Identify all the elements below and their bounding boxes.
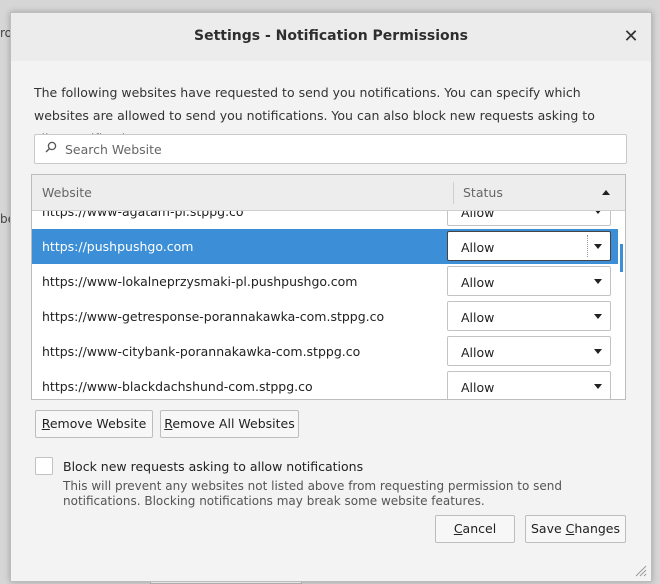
table-rows: https://www-agatam-pl.stppg.co Allow https… bbox=[32, 211, 618, 399]
status-value: Allow bbox=[461, 380, 495, 395]
status-value: Allow bbox=[461, 211, 495, 220]
vertical-scrollbar[interactable] bbox=[618, 211, 625, 399]
block-requests-hint: This will prevent any websites not liste… bbox=[63, 479, 562, 508]
table-row[interactable]: https://www-agatam-pl.stppg.co Allow bbox=[32, 211, 618, 229]
save-changes-button[interactable]: Save Changes bbox=[525, 515, 626, 543]
status-select[interactable]: Allow bbox=[447, 371, 611, 399]
status-value: Allow bbox=[461, 345, 495, 360]
chevron-down-icon bbox=[594, 384, 602, 389]
table-row[interactable]: https://www-citybank-porannakawka-com.st… bbox=[32, 334, 618, 369]
table-header: Website Status bbox=[32, 175, 625, 211]
dialog-titlebar: Settings - Notification Permissions ✕ bbox=[11, 13, 651, 61]
column-header-website[interactable]: Website bbox=[42, 185, 92, 200]
website-url: https://www-getresponse-porannakawka-com… bbox=[42, 309, 385, 324]
websites-table: Website Status https://www-agatam-pl.stp… bbox=[31, 174, 626, 400]
status-value: Allow bbox=[461, 240, 495, 255]
status-select[interactable]: Allow bbox=[447, 336, 611, 366]
search-box[interactable] bbox=[34, 134, 627, 164]
status-value: Allow bbox=[461, 275, 495, 290]
sort-ascending-icon[interactable] bbox=[602, 190, 610, 195]
website-url: https://www-blackdachshund-com.stppg.co bbox=[42, 379, 313, 394]
cancel-button[interactable]: Cancel bbox=[435, 515, 515, 543]
website-url: https://www-lokalneprzysmaki-pl.pushpush… bbox=[42, 274, 358, 289]
table-row[interactable]: https://www-getresponse-porannakawka-com… bbox=[32, 299, 618, 334]
dialog-title: Settings - Notification Permissions bbox=[194, 28, 468, 44]
website-url: https://pushpushgo.com bbox=[42, 239, 194, 254]
status-value: Allow bbox=[461, 310, 495, 325]
chevron-down-icon bbox=[594, 244, 602, 249]
status-select[interactable]: Allow bbox=[447, 266, 611, 296]
table-row[interactable]: https://www-blackdachshund-com.stppg.co A… bbox=[32, 369, 618, 399]
status-select[interactable]: Allow bbox=[447, 211, 611, 226]
table-row[interactable]: https://pushpushgo.com Allow bbox=[32, 229, 618, 264]
close-icon[interactable]: ✕ bbox=[619, 25, 643, 49]
search-icon bbox=[45, 141, 57, 153]
column-divider bbox=[453, 182, 454, 204]
dialog-content: The following websites have requested to… bbox=[11, 61, 651, 581]
remove-all-websites-button[interactable]: Remove All Websites bbox=[160, 410, 299, 438]
search-input[interactable] bbox=[63, 138, 607, 160]
block-requests-checkbox[interactable] bbox=[35, 457, 53, 475]
table-row[interactable]: https://www-lokalneprzysmaki-pl.pushpush… bbox=[32, 264, 618, 299]
resize-grip-icon[interactable] bbox=[633, 563, 647, 577]
chevron-down-icon bbox=[594, 279, 602, 284]
chevron-down-icon bbox=[594, 349, 602, 354]
dropdown-separator bbox=[587, 235, 589, 257]
chevron-down-icon bbox=[594, 314, 602, 319]
website-url: https://www-agatam-pl.stppg.co bbox=[42, 211, 244, 219]
remove-website-button[interactable]: Remove Website bbox=[35, 410, 153, 438]
website-url: https://www-citybank-porannakawka-com.st… bbox=[42, 344, 361, 359]
block-requests-label[interactable]: Block new requests asking to allow notif… bbox=[63, 459, 363, 474]
table-body: https://www-agatam-pl.stppg.co Allow https… bbox=[32, 211, 625, 399]
column-header-status[interactable]: Status bbox=[463, 185, 503, 200]
notification-permissions-dialog: Settings - Notification Permissions ✕ Th… bbox=[10, 12, 652, 582]
scrollbar-thumb[interactable] bbox=[620, 244, 623, 272]
status-select[interactable]: Allow bbox=[447, 231, 611, 261]
status-select[interactable]: Allow bbox=[447, 301, 611, 331]
chevron-down-icon bbox=[594, 211, 602, 214]
